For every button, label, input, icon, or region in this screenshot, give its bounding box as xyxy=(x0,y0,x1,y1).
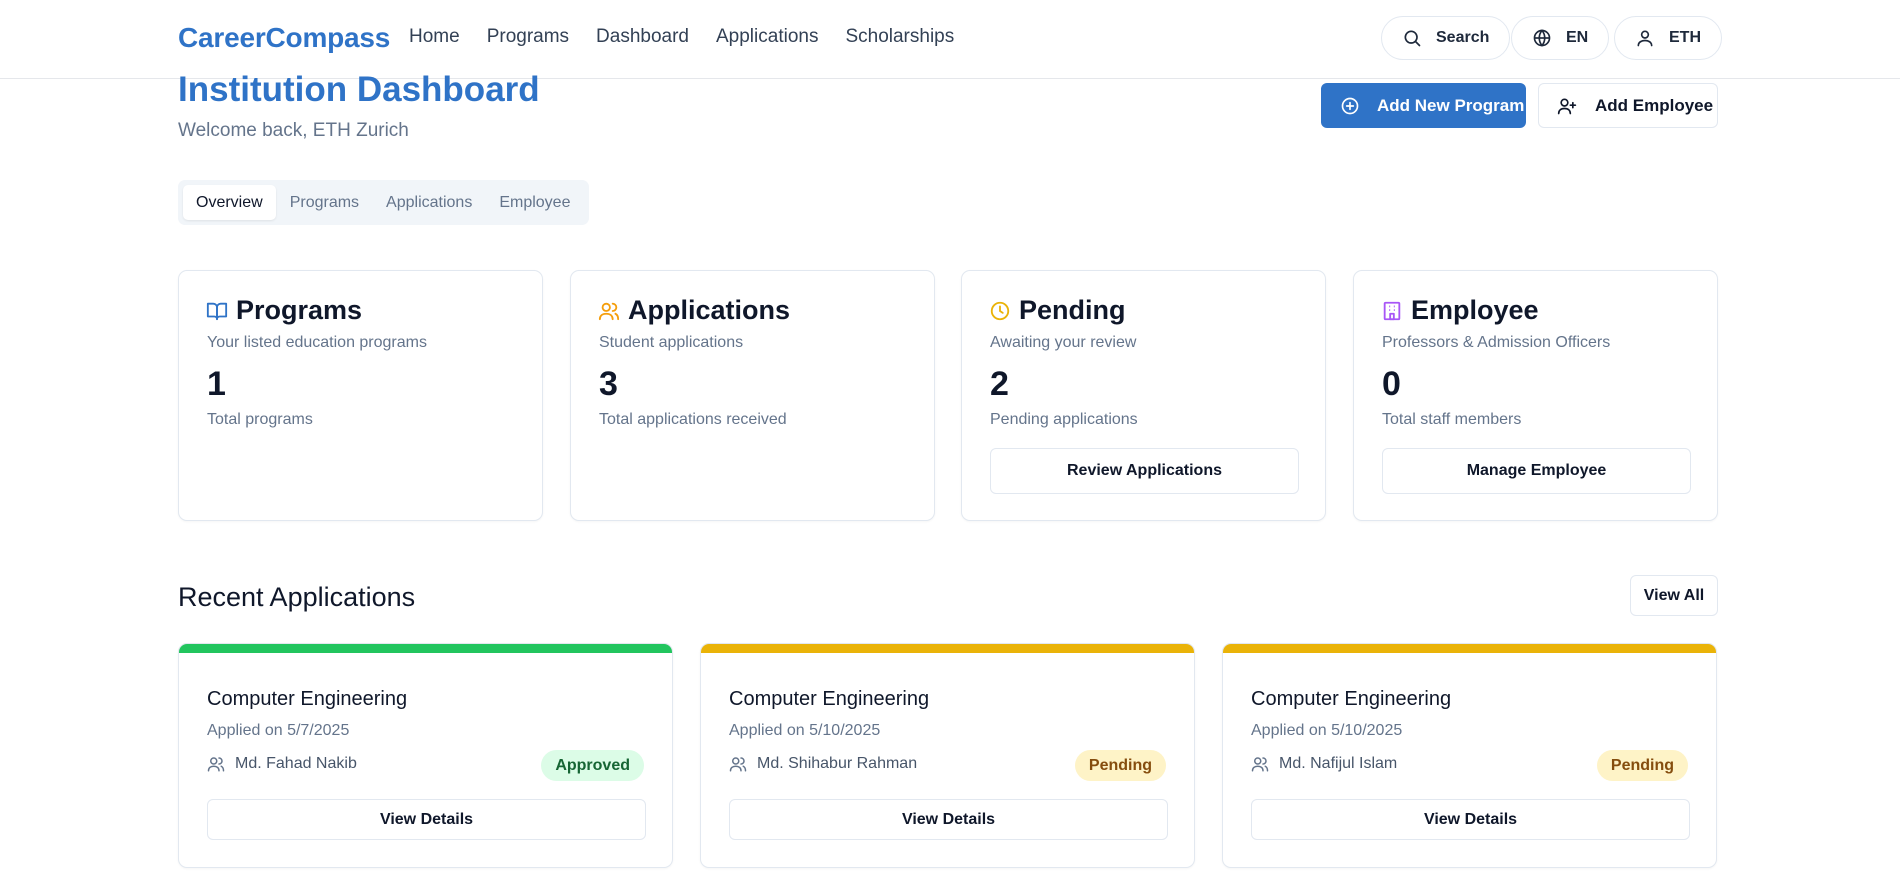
language-label: EN xyxy=(1566,29,1589,46)
review-applications-button[interactable]: Review Applications xyxy=(990,448,1299,494)
view-details-button[interactable]: View Details xyxy=(1251,799,1690,840)
status-badge: Approved xyxy=(541,750,644,781)
applicant: Md. Shihabur Rahman xyxy=(729,755,917,773)
view-details-button[interactable]: View Details xyxy=(207,799,646,840)
tab-overview[interactable]: Overview xyxy=(183,185,276,220)
nav-link-home[interactable]: Home xyxy=(409,26,460,48)
stat-header: Employee xyxy=(1381,295,1539,326)
book-open-icon xyxy=(206,302,228,320)
nav-link-scholarships[interactable]: Scholarships xyxy=(845,26,954,48)
users-icon xyxy=(207,757,225,772)
nav-link-dashboard[interactable]: Dashboard xyxy=(596,26,689,48)
main-nav: Home Programs Dashboard Applications Sch… xyxy=(409,26,954,48)
stat-value: 2 xyxy=(990,365,1009,403)
nav-link-applications[interactable]: Applications xyxy=(716,26,818,48)
stat-label: Pending applications xyxy=(990,411,1138,428)
tab-applications[interactable]: Applications xyxy=(373,185,485,220)
nav-link-programs[interactable]: Programs xyxy=(487,26,569,48)
stat-header: Pending xyxy=(989,295,1126,326)
applicant: Md. Fahad Nakib xyxy=(207,755,357,773)
employee-stat-card: Employee Professors & Admission Officers… xyxy=(1353,270,1718,521)
tab-programs[interactable]: Programs xyxy=(277,185,372,220)
stat-header: Programs xyxy=(206,295,362,326)
add-employee-label: Add Employee xyxy=(1595,95,1714,115)
stat-subtitle: Professors & Admission Officers xyxy=(1382,334,1611,351)
welcome-text: Welcome back, ETH Zurich xyxy=(178,120,409,141)
brand-logo[interactable]: CareerCompass xyxy=(178,22,390,54)
user-icon xyxy=(1637,30,1653,47)
programs-stat-card: Programs Your listed education programs … xyxy=(178,270,543,521)
stat-title: Applications xyxy=(628,295,791,325)
globe-icon xyxy=(1533,29,1551,47)
application-card: Computer Engineering Applied on 5/7/2025… xyxy=(178,643,673,868)
page-title: Institution Dashboard xyxy=(178,70,540,109)
user-plus-icon xyxy=(1557,98,1577,114)
clock-icon xyxy=(990,301,1010,320)
application-program: Computer Engineering xyxy=(207,688,408,710)
add-employee-button[interactable]: Add Employee xyxy=(1538,83,1718,128)
status-badge: Pending xyxy=(1596,750,1688,781)
search-icon xyxy=(1404,30,1421,47)
stat-title: Employee xyxy=(1411,295,1539,325)
stat-value: 3 xyxy=(599,365,618,403)
stat-value: 1 xyxy=(207,365,226,403)
application-date: Applied on 5/7/2025 xyxy=(207,722,350,739)
application-program: Computer Engineering xyxy=(1251,688,1452,710)
search-label: Search xyxy=(1436,29,1490,46)
stat-title: Pending xyxy=(1019,295,1126,325)
view-all-button[interactable]: View All xyxy=(1630,575,1718,616)
stat-label: Total applications received xyxy=(599,411,787,428)
applications-stat-card: Applications Student applications 3 Tota… xyxy=(570,270,935,521)
status-color-bar xyxy=(179,644,672,653)
search-button[interactable]: Search xyxy=(1381,16,1511,60)
top-navbar: CareerCompass Home Programs Dashboard Ap… xyxy=(0,0,1900,79)
stat-title: Programs xyxy=(236,295,363,325)
stat-label: Total staff members xyxy=(1382,411,1522,428)
users-icon xyxy=(729,757,747,772)
tab-employee[interactable]: Employee xyxy=(486,185,583,220)
status-color-bar xyxy=(701,644,1194,653)
manage-employee-button[interactable]: Manage Employee xyxy=(1382,448,1691,494)
users-icon xyxy=(1251,757,1269,772)
add-new-program-label: Add New Program xyxy=(1377,95,1525,115)
application-card: Computer Engineering Applied on 5/10/202… xyxy=(700,643,1195,868)
application-date: Applied on 5/10/2025 xyxy=(729,722,881,739)
user-menu-button[interactable]: ETH xyxy=(1614,16,1722,60)
stat-subtitle: Awaiting your review xyxy=(990,334,1137,351)
plus-circle-icon xyxy=(1341,97,1359,114)
dashboard-tabs: Overview Programs Applications Employee xyxy=(178,180,589,225)
status-badge: Pending xyxy=(1074,750,1166,781)
stat-value: 0 xyxy=(1382,365,1401,403)
status-color-bar xyxy=(1223,644,1716,653)
applicant-name: Md. Shihabur Rahman xyxy=(757,755,918,772)
language-button[interactable]: EN xyxy=(1511,16,1610,60)
stat-label: Total programs xyxy=(207,411,313,428)
pending-stat-card: Pending Awaiting your review 2 Pending a… xyxy=(961,270,1326,521)
view-details-button[interactable]: View Details xyxy=(729,799,1168,840)
stat-subtitle: Student applications xyxy=(599,334,744,351)
application-program: Computer Engineering xyxy=(729,688,930,710)
application-card: Computer Engineering Applied on 5/10/202… xyxy=(1222,643,1717,868)
user-label: ETH xyxy=(1669,29,1701,46)
application-date: Applied on 5/10/2025 xyxy=(1251,722,1403,739)
applicant-name: Md. Nafijul Islam xyxy=(1279,755,1398,772)
recent-applications-title: Recent Applications xyxy=(178,582,416,612)
stat-header: Applications xyxy=(598,295,790,326)
applicant-name: Md. Fahad Nakib xyxy=(235,755,357,772)
add-new-program-button[interactable]: Add New Program xyxy=(1321,83,1526,128)
users-icon xyxy=(598,302,620,320)
building-icon xyxy=(1383,301,1401,320)
stat-subtitle: Your listed education programs xyxy=(207,334,427,351)
applicant: Md. Nafijul Islam xyxy=(1251,755,1397,773)
